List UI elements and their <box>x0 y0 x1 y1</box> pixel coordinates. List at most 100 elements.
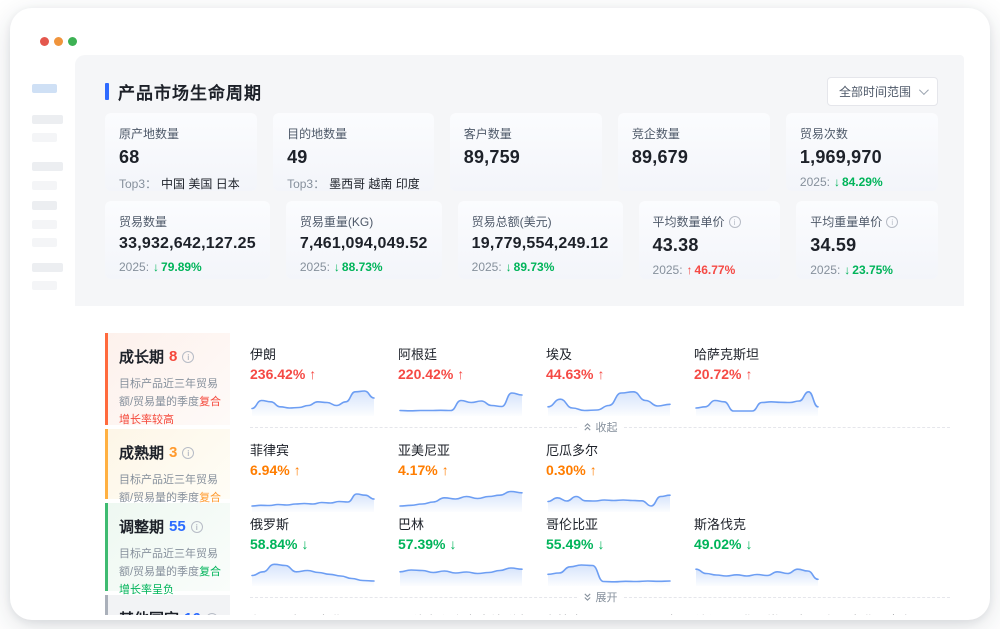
maximize-window-icon[interactable] <box>68 37 77 46</box>
trend-value: ↓84.29% <box>834 175 883 189</box>
info-icon[interactable] <box>182 447 194 459</box>
country-card-colombia[interactable]: 哥伦比亚 55.49%↓ <box>546 514 694 586</box>
trend-value: ↓23.75% <box>844 263 893 277</box>
trend-down-icon: ↓ <box>597 536 604 552</box>
trend-down-icon: ↓ <box>844 263 850 277</box>
country-trend: 6.94%↑ <box>250 462 398 478</box>
stats-row-1: 原产地数量 68 Top3：中国 美国 日本 目的地数量 49 Top3：墨西哥… <box>105 113 938 191</box>
stat-sub-label: Top3： <box>287 175 325 192</box>
section-count: 3 <box>169 444 177 461</box>
section-growth-label: 成长期8 目标产品近三年贸易额/贸易量的季度复合增长率较高 <box>105 333 230 425</box>
country-card-kazakhstan[interactable]: 哈萨克斯坦 20.72%↑ <box>694 344 842 416</box>
other-countries-list: 留尼旺岛 南非 阿曼 赫德岛和麦克唐纳群岛 乌拉圭 坦桑尼亚 中国(澳门) 黎巴… <box>250 606 956 615</box>
stat-value: 43.38 <box>653 235 767 256</box>
trend-up-icon: ↑ <box>309 366 316 382</box>
stat-label: 平均重量单价 <box>810 213 882 230</box>
country-card-iran[interactable]: 伊朗 236.42%↑ <box>250 344 398 416</box>
country-tag[interactable]: 卢旺达 <box>795 611 834 615</box>
trend-up-icon: ↑ <box>687 263 693 277</box>
country-card-russia[interactable]: 俄罗斯 58.84%↓ <box>250 514 398 586</box>
country-trend: 0.30%↑ <box>546 462 694 478</box>
sparkline-chart <box>546 554 674 586</box>
chevron-down-icon <box>919 85 929 95</box>
trend-value: ↓88.73% <box>334 260 383 274</box>
country-card-philippines[interactable]: 菲律宾 6.94%↑ <box>250 440 398 512</box>
stat-card-origin-count: 原产地数量 68 Top3：中国 美国 日本 <box>105 113 257 191</box>
stat-card-customer-count: 客户数量 89,759 <box>450 113 602 191</box>
stat-card-trade-quantity: 贸易数量 33,932,642,127.25 2025: ↓79.89% <box>105 201 270 279</box>
section-name: 成长期 <box>119 346 164 367</box>
country-tag[interactable]: 中国(澳门) <box>665 611 726 615</box>
country-card-armenia[interactable]: 亚美尼亚 4.17%↑ <box>398 440 546 512</box>
country-card-bahrain[interactable]: 巴林 57.39%↓ <box>398 514 546 586</box>
country-trend: 49.02%↓ <box>694 536 842 552</box>
country-name: 巴林 <box>398 514 546 533</box>
section-growth: 成长期8 目标产品近三年贸易额/贸易量的季度复合增长率较高 伊朗 236.42%… <box>105 333 956 425</box>
section-desc: 目标产品近三年贸易额/贸易量的季度复合增长率呈负 <box>119 545 222 599</box>
close-window-icon[interactable] <box>40 37 49 46</box>
sparkline-chart <box>250 554 378 586</box>
stat-label: 平均数量单价 <box>653 213 725 230</box>
stat-card-trade-weight: 贸易重量(KG) 7,461,094,049.52 2025: ↓88.73% <box>286 201 442 279</box>
sidebar-skeleton-item[interactable] <box>32 220 57 229</box>
sparkline-chart <box>694 554 822 586</box>
sidebar-skeleton-item[interactable] <box>32 281 57 290</box>
info-icon[interactable] <box>182 351 194 363</box>
country-tag[interactable]: 留尼旺岛 <box>250 611 302 615</box>
country-tag[interactable]: 坦桑尼亚 <box>598 611 650 615</box>
sidebar-skeleton-item[interactable] <box>32 181 57 190</box>
country-tag[interactable]: 赫德岛和麦克唐纳群岛 <box>399 611 529 615</box>
trend-value: ↑46.77% <box>687 263 736 277</box>
country-name: 菲律宾 <box>250 440 398 459</box>
sparkline-chart <box>250 384 378 416</box>
trend-up-icon: ↑ <box>597 366 604 382</box>
minimize-window-icon[interactable] <box>54 37 63 46</box>
sidebar-skeleton-item[interactable] <box>32 133 57 142</box>
sidebar-active-item[interactable] <box>32 84 57 93</box>
panel-header: 产品市场生命周期 全部时间范围 <box>75 55 964 106</box>
trend-down-icon: ↓ <box>153 260 159 274</box>
sidebar-skeleton-item[interactable] <box>32 201 57 210</box>
stat-card-competitor-count: 竞企数量 89,679 <box>618 113 770 191</box>
section-name: 成熟期 <box>119 442 164 463</box>
sidebar-skeleton-item[interactable] <box>32 115 63 124</box>
stat-value: 7,461,094,049.52 <box>300 235 428 253</box>
stat-card-trade-total-usd: 贸易总额(美元) 19,779,554,249.12 2025: ↓89.73% <box>458 201 623 279</box>
time-range-dropdown[interactable]: 全部时间范围 <box>827 77 938 106</box>
info-icon[interactable] <box>729 216 741 228</box>
country-tag[interactable]: 阿曼 <box>358 611 384 615</box>
sidebar-skeleton-item[interactable] <box>32 263 63 272</box>
country-tag[interactable]: 南非 <box>317 611 343 615</box>
stat-year-label: 2025: <box>800 175 830 189</box>
country-name: 厄瓜多尔 <box>546 440 694 459</box>
country-card-egypt[interactable]: 埃及 44.63%↑ <box>546 344 694 416</box>
stat-value: 89,679 <box>632 147 756 168</box>
trend-down-icon: ↓ <box>834 175 840 189</box>
trend-up-icon: ↑ <box>745 366 752 382</box>
country-tag[interactable]: 乌拉圭 <box>544 611 583 615</box>
country-name: 伊朗 <box>250 344 398 363</box>
country-card-slovakia[interactable]: 斯洛伐克 49.02%↓ <box>694 514 842 586</box>
stat-card-destination-count: 目的地数量 49 Top3：墨西哥 越南 印度 <box>273 113 434 191</box>
country-card-argentina[interactable]: 阿根廷 220.42%↑ <box>398 344 546 416</box>
stat-value: 68 <box>119 147 243 168</box>
section-maturity-label: 成熟期3 目标产品近三年贸易额/贸易量的季度复合增长率平稳 <box>105 429 230 499</box>
info-icon[interactable] <box>191 521 203 533</box>
country-card-ecuador[interactable]: 厄瓜多尔 0.30%↑ <box>546 440 694 512</box>
stat-sub-label: Top3： <box>119 175 157 192</box>
info-icon[interactable] <box>206 613 218 616</box>
info-icon[interactable] <box>886 216 898 228</box>
main-panel: 产品市场生命周期 全部时间范围 原产地数量 68 Top3：中国 美国 日本 目… <box>75 55 964 615</box>
country-name: 埃及 <box>546 344 694 363</box>
country-tag[interactable]: 中非 <box>849 611 875 615</box>
sidebar-skeleton-item[interactable] <box>32 238 57 247</box>
section-adjustment: 调整期55 目标产品近三年贸易额/贸易量的季度复合增长率呈负 俄罗斯 58.84… <box>105 503 956 591</box>
stat-label: 原产地数量 <box>119 125 243 142</box>
country-tag[interactable]: 朝鲜 <box>890 611 916 615</box>
country-tag[interactable]: 黎巴嫩 <box>741 611 780 615</box>
screenshot-stage: 产品市场生命周期 全部时间范围 原产地数量 68 Top3：中国 美国 日本 目… <box>0 0 1000 629</box>
sidebar-skeleton-item[interactable] <box>32 162 63 171</box>
stat-value: 34.59 <box>810 235 924 256</box>
sparkline-chart <box>398 384 526 416</box>
stat-label: 竞企数量 <box>632 125 756 142</box>
